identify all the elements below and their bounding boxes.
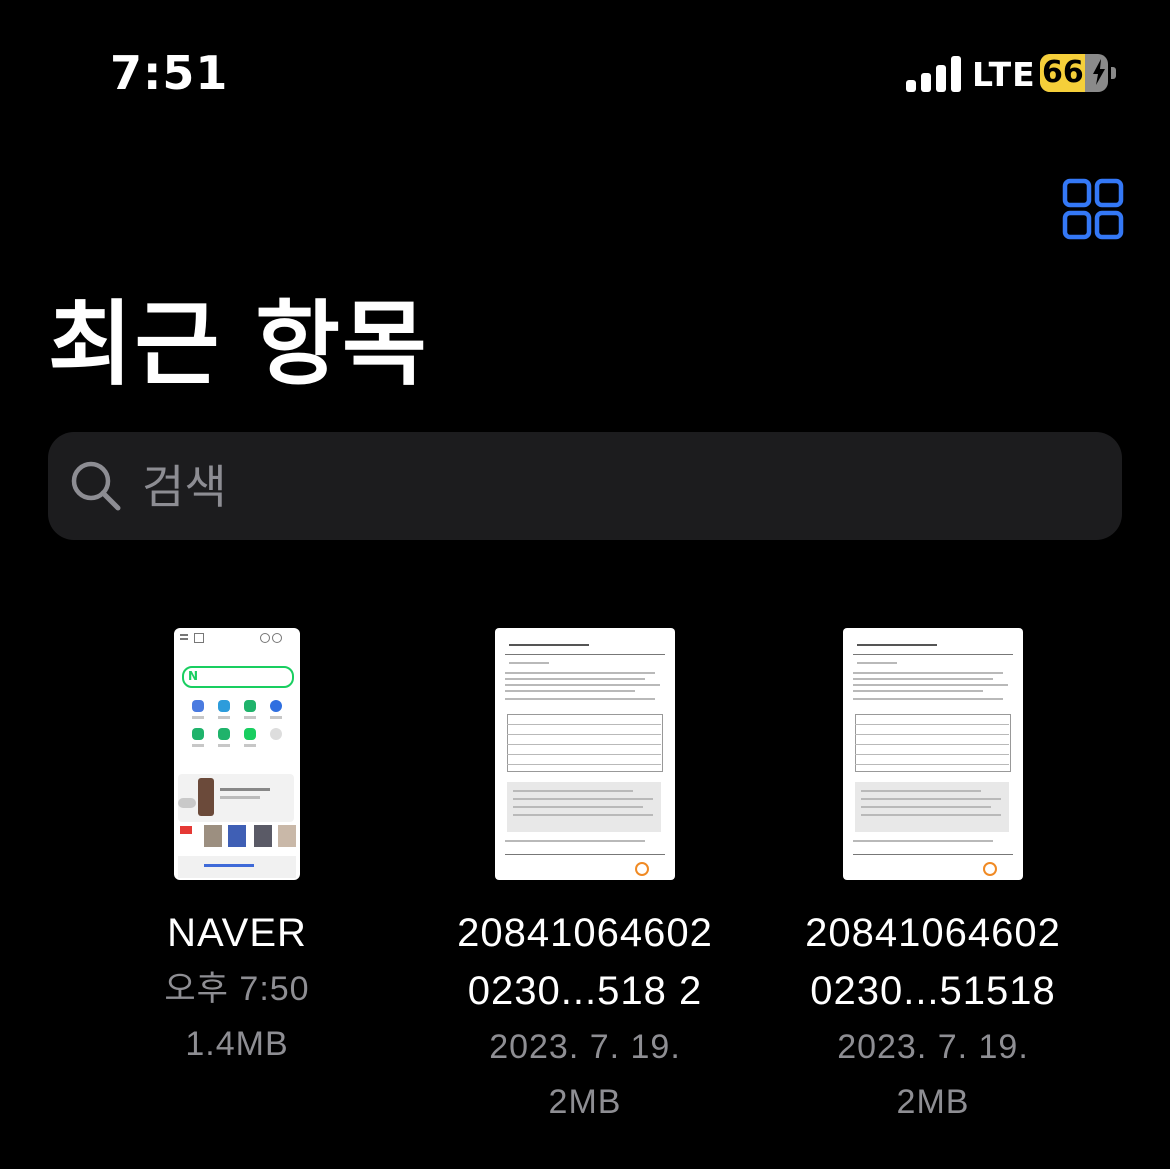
file-thumbnail[interactable] [495, 628, 675, 880]
search-input[interactable] [140, 454, 1044, 520]
file-name-line2: 0230...518 2 [467, 969, 703, 1013]
search-icon [71, 461, 121, 511]
file-name-line2: 0230...51518 [810, 969, 1056, 1013]
file-name: 20841064602 [457, 911, 713, 955]
battery-icon: 66 [1040, 54, 1108, 92]
file-thumbnail[interactable] [843, 628, 1023, 880]
file-item-naver[interactable]: N NAVER 오후 7:50 1.4MB [77, 628, 397, 1072]
file-size: 2MB [548, 1083, 622, 1121]
battery-nub [1111, 67, 1116, 79]
grid-view-icon [1062, 178, 1124, 240]
thumb-promo-card [178, 774, 294, 822]
network-type: LTE [972, 55, 1036, 94]
file-item-pdf-3[interactable]: 20841064602 0230...51518 2023. 7. 19. 2M… [773, 628, 1093, 1130]
grid-view-button[interactable] [1062, 178, 1124, 240]
file-thumbnail[interactable]: N [174, 628, 300, 880]
thumb-search-bar: N [182, 666, 294, 688]
page-title: 최근 항목 [48, 291, 429, 398]
file-date: 2023. 7. 19. [489, 1028, 681, 1066]
file-name: NAVER [167, 911, 307, 955]
file-date: 2023. 7. 19. [837, 1028, 1029, 1066]
charging-bolt-icon [1093, 59, 1105, 85]
file-item-pdf-2[interactable]: 20841064602 0230...518 2 2023. 7. 19. 2M… [425, 628, 745, 1130]
cellular-signal-icon [906, 54, 962, 92]
file-size: 2MB [896, 1083, 970, 1121]
battery-percent: 66 [1042, 55, 1084, 90]
file-date: 오후 7:50 [164, 970, 310, 1008]
files-app-screen: 7:51 LTE 66 최근 항목 검색 N NAVER 오후 7:50 1.4… [0, 0, 1170, 1169]
file-size: 1.4MB [185, 1025, 289, 1063]
status-time: 7:51 [110, 46, 229, 100]
file-name: 20841064602 [805, 911, 1061, 955]
search-bar[interactable] [48, 432, 1122, 540]
